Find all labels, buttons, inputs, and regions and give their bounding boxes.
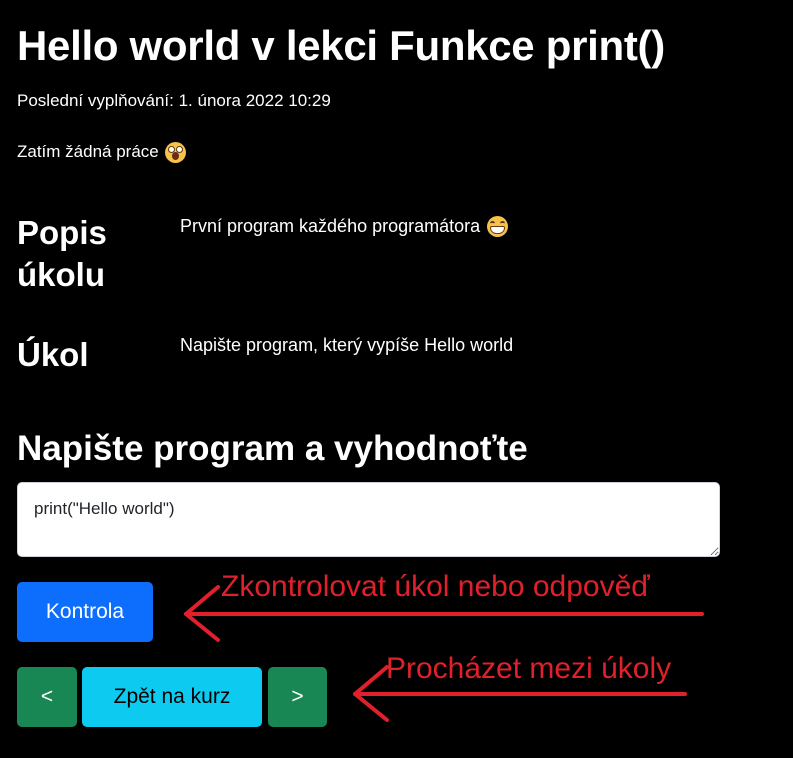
description-text: První program každého programátora <box>180 216 481 236</box>
check-button[interactable]: Kontrola <box>17 582 153 642</box>
grinning-face-icon <box>487 215 509 237</box>
code-editor-input[interactable]: print("Hello world") <box>17 482 720 557</box>
task-heading: Úkol <box>17 336 89 373</box>
previous-task-button[interactable]: < <box>17 667 77 727</box>
page-title: Hello world v lekci Funkce print() <box>17 22 665 69</box>
navigate-hint-arrow-icon <box>353 665 687 722</box>
back-to-course-button[interactable]: Zpět na kurz <box>82 667 262 727</box>
no-work-label: Zatím žádná práce <box>17 142 159 161</box>
description-heading: Popis úkolu <box>17 214 107 293</box>
editor-heading: Napište program a vyhodnoťte <box>17 429 528 468</box>
next-task-button[interactable]: > <box>268 667 327 727</box>
last-filled-timestamp: Poslední vyplňování: 1. února 2022 10:29 <box>17 91 331 110</box>
task-text: Napište program, který vypíše Hello worl… <box>180 335 514 355</box>
no-work-status: Zatím žádná práce <box>17 141 186 163</box>
astonished-face-icon <box>164 141 186 163</box>
description-row: První program každého programátora <box>180 214 509 238</box>
check-hint-arrow-icon <box>184 585 704 642</box>
